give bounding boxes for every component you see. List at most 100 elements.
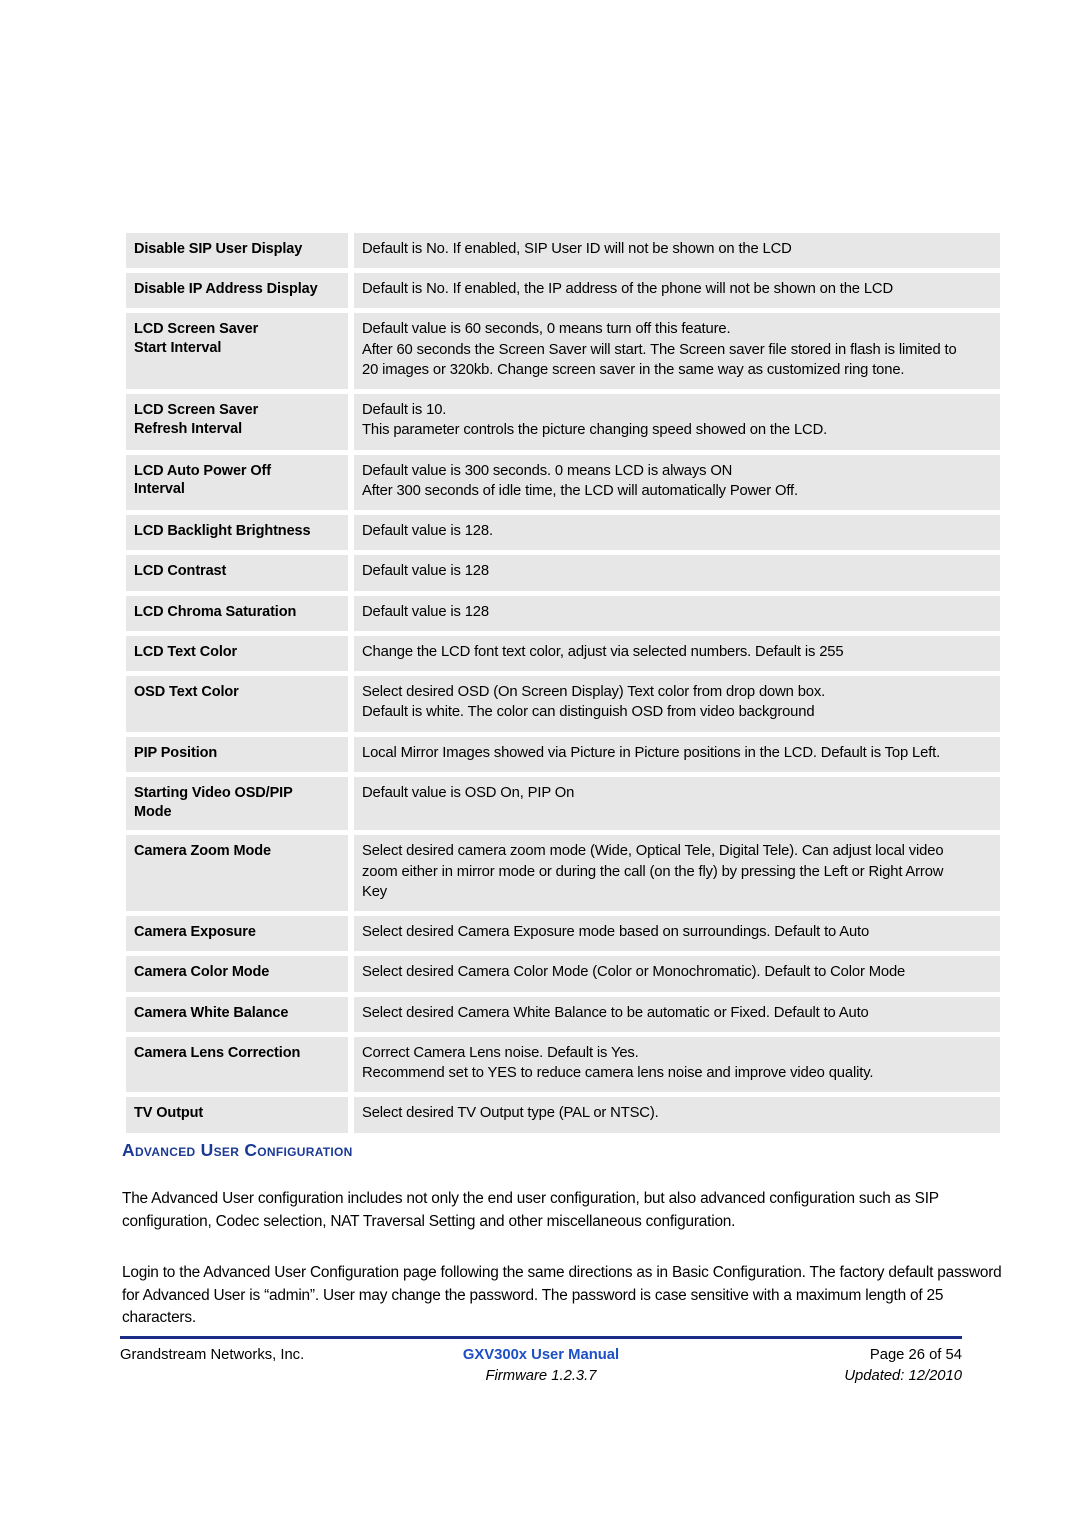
setting-description-line: Default is 10. <box>362 402 447 419</box>
setting-name-cell: Starting Video OSD/PIP Mode <box>126 776 348 831</box>
setting-description-line: Default value is 300 seconds. 0 means LC… <box>362 462 733 479</box>
table-row: LCD Contrast Default value is 128 <box>126 555 1000 591</box>
setting-description-cell: Change the LCD font text color, adjust v… <box>354 635 1000 672</box>
setting-description-line: Local Mirror Images showed via Picture i… <box>362 744 941 761</box>
setting-name-cell: LCD Auto Power Off Interval <box>126 454 348 511</box>
settings-table: Disable SIP User Display Default is No. I… <box>120 228 1006 1138</box>
footer-manual-title: GXV300x User Manual <box>462 1347 620 1363</box>
setting-name-cell: PIP Position <box>126 736 348 772</box>
setting-description-cell: Select desired Camera Exposure mode base… <box>354 916 1000 952</box>
setting-name-line: Starting Video OSD/PIP <box>134 784 293 801</box>
setting-name-line: Camera Color Mode <box>134 964 270 981</box>
setting-description-cell: Default is No. If enabled, SIP User ID w… <box>354 233 1000 269</box>
setting-name-line: LCD Contrast <box>134 563 227 580</box>
table-row: Disable SIP User Display Default is No. I… <box>126 233 1000 269</box>
setting-description-cell: Default value is 60 seconds, 0 means tur… <box>354 313 1000 390</box>
setting-description-line: Default value is 60 seconds, 0 means tur… <box>362 321 731 338</box>
setting-name-line: LCD Text Color <box>134 643 238 660</box>
setting-name-line: Camera Zoom Mode <box>134 843 271 860</box>
table-row: TV Output Select desired TV Output type (… <box>126 1097 1000 1133</box>
setting-description-line: Default value is 128 <box>362 563 489 580</box>
table-row: LCD Screen Saver Refresh Interval Default … <box>126 394 1000 450</box>
table-row: Camera Zoom Mode Select desired camera zo… <box>126 835 1000 912</box>
footer-company: Grandstream Networks, Inc. <box>120 1347 305 1363</box>
setting-name-cell: OSD Text Color <box>126 676 348 732</box>
setting-name-line: Refresh Interval <box>134 421 242 438</box>
setting-description-cell: Select desired Camera Color Mode (Color … <box>354 956 1000 992</box>
setting-name-line: LCD Auto Power Off <box>134 462 272 479</box>
footer-page-block: Page 26 of 54 Updated: 12/2010 <box>692 1345 962 1388</box>
setting-description-line: Select desired Camera White Balance to b… <box>362 1004 869 1021</box>
setting-description-line: Select desired OSD (On Screen Display) T… <box>362 684 826 701</box>
setting-name-line: PIP Position <box>134 744 218 761</box>
setting-description-cell: Default value is 128 <box>354 555 1000 591</box>
setting-description-cell: Default value is 128. <box>354 515 1000 551</box>
setting-name-line: Interval <box>134 481 185 498</box>
setting-description-line: Default value is 128. <box>362 523 493 540</box>
setting-name-line: LCD Screen Saver <box>134 321 259 338</box>
setting-description-line: Default value is OSD On, PIP On <box>362 784 575 801</box>
setting-description-line: Correct Camera Lens noise. Default is Ye… <box>362 1044 639 1061</box>
setting-name-line: LCD Chroma Saturation <box>134 603 297 620</box>
paragraph-advanced-user-overview: The Advanced User configuration includes… <box>122 1190 939 1230</box>
table-row: OSD Text Color Select desired OSD (On Scr… <box>126 676 1000 732</box>
setting-description-cell: Correct Camera Lens noise. Default is Ye… <box>354 1036 1000 1093</box>
table-row: LCD Chroma Saturation Default value is 12… <box>126 595 1000 631</box>
table-row: PIP Position Local Mirror Images showed v… <box>126 736 1000 772</box>
footer-firmware-version: Firmware 1.2.3.7 <box>485 1368 597 1385</box>
settings-table-body: Disable SIP User Display Default is No. I… <box>126 233 1000 1133</box>
setting-description-line: Default is No. If enabled, the IP addres… <box>362 281 893 298</box>
setting-name-cell: LCD Chroma Saturation <box>126 595 348 631</box>
setting-name-cell: Camera White Balance <box>126 996 348 1032</box>
setting-description-line: Change the LCD font text color, adjust v… <box>362 643 844 660</box>
setting-description-line: zoom either in mirror mode or during the… <box>362 863 944 880</box>
setting-name-line: Camera White Balance <box>134 1004 289 1021</box>
setting-description-line: Select desired camera zoom mode (Wide, O… <box>362 843 944 860</box>
setting-description-line: Select desired TV Output type (PAL or NT… <box>362 1105 659 1122</box>
footer-company-block: Grandstream Networks, Inc. <box>120 1345 390 1366</box>
setting-name-cell: LCD Text Color <box>126 635 348 672</box>
setting-description-cell: Select desired OSD (On Screen Display) T… <box>354 676 1000 732</box>
table-row: LCD Auto Power Off Interval Default value … <box>126 454 1000 511</box>
setting-name-cell: LCD Contrast <box>126 555 348 591</box>
setting-description-line: 20 images or 320kb. Change screen saver … <box>362 361 905 378</box>
setting-name-line: Disable IP Address Display <box>134 281 318 298</box>
setting-name-line: LCD Screen Saver <box>134 402 259 419</box>
setting-name-cell: Camera Zoom Mode <box>126 835 348 912</box>
footer-page-number: Page 26 of 54 <box>869 1347 962 1363</box>
table-row: Disable IP Address Display Default is No.… <box>126 273 1000 309</box>
setting-name-line: TV Output <box>134 1105 204 1122</box>
setting-description-cell: Select desired Camera White Balance to b… <box>354 996 1000 1032</box>
table-row: Starting Video OSD/PIP Mode Default value … <box>126 776 1000 831</box>
table-row: Camera White Balance Select desired Camer… <box>126 996 1000 1032</box>
setting-name-line: Disable SIP User Display <box>134 241 303 257</box>
setting-description-cell: Default is No. If enabled, the IP addres… <box>354 273 1000 309</box>
setting-name-cell: Camera Color Mode <box>126 956 348 992</box>
setting-name-cell: Camera Exposure <box>126 916 348 952</box>
setting-description-line: After 60 seconds the Screen Saver will s… <box>362 341 957 358</box>
table-row: Camera Color Mode Select desired Camera C… <box>126 956 1000 992</box>
setting-description-line: Default is white. The color can distingu… <box>362 704 815 721</box>
setting-description-cell: Default is 10. This parameter controls th… <box>354 394 1000 450</box>
table-row: LCD Screen Saver Start Interval Default va… <box>126 313 1000 390</box>
setting-description-cell: Local Mirror Images showed via Picture i… <box>354 736 1000 772</box>
setting-description-line: Key <box>362 883 388 900</box>
footer-manual-block: GXV300x User Manual Firmware 1.2.3.7 <box>390 1345 692 1388</box>
setting-description-line: Default is No. If enabled, SIP User ID w… <box>362 241 792 257</box>
section-heading-advanced-user-configuration: Advanced User Configuration <box>122 1140 353 1160</box>
setting-name-line: Camera Exposure <box>134 924 256 941</box>
setting-name-line: OSD Text Color <box>134 684 239 701</box>
setting-description-line: This parameter controls the picture chan… <box>362 422 828 439</box>
footer-divider <box>120 1336 962 1339</box>
setting-name-cell: Disable SIP User Display <box>126 233 348 269</box>
setting-description-line: Select desired Camera Color Mode (Color … <box>362 964 906 981</box>
setting-description-line: Select desired Camera Exposure mode base… <box>362 924 870 941</box>
setting-name-cell: LCD Screen Saver Start Interval <box>126 313 348 390</box>
setting-name-line: Mode <box>134 803 172 820</box>
setting-name-cell: Camera Lens Correction <box>126 1036 348 1093</box>
table-row: Camera Exposure Select desired Camera Exp… <box>126 916 1000 952</box>
setting-name-line: LCD Backlight Brightness <box>134 523 311 540</box>
table-row: LCD Text Color Change the LCD font text c… <box>126 635 1000 672</box>
page-footer: Grandstream Networks, Inc. GXV300x User … <box>120 1336 962 1388</box>
setting-name-cell: Disable IP Address Display <box>126 273 348 309</box>
